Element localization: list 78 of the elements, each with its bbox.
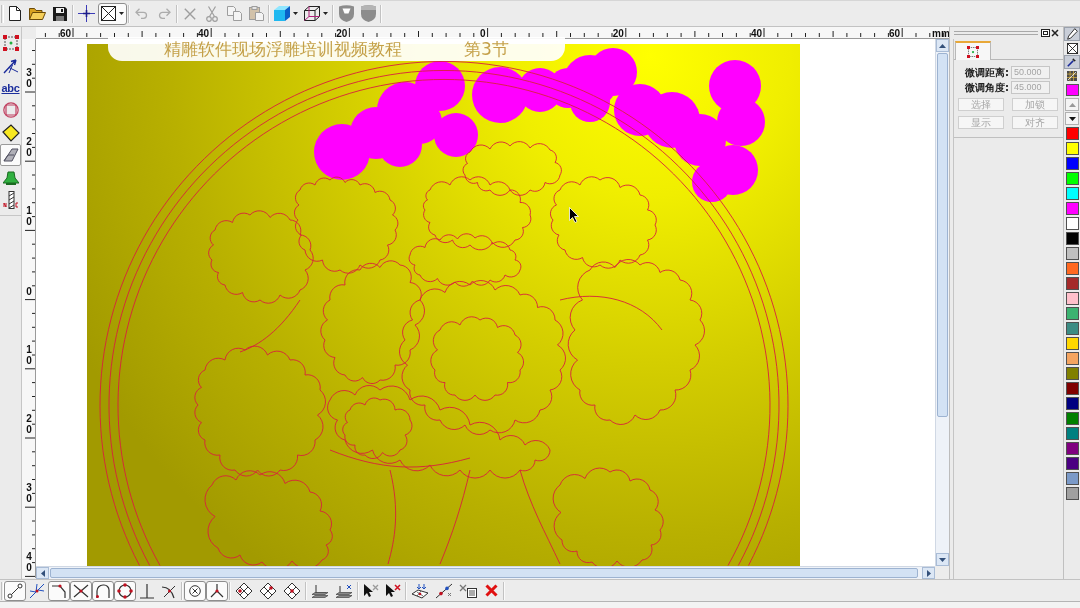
- color-swatch-icon[interactable]: [1065, 397, 1079, 410]
- select-box-button[interactable]: [98, 2, 127, 25]
- caret-down-icon[interactable]: [323, 12, 328, 15]
- ruler-label: 30: [26, 67, 32, 89]
- caret-right-icon[interactable]: [926, 569, 931, 577]
- cube-icon[interactable]: [274, 6, 290, 21]
- color-swatch-icon[interactable]: [1065, 157, 1079, 170]
- scroll-down-button[interactable]: [936, 553, 949, 566]
- drawing-canvas[interactable]: [36, 39, 935, 566]
- color-swatch-icon[interactable]: [1065, 142, 1079, 155]
- color-swatch-icon[interactable]: [1065, 187, 1079, 200]
- ruler-label: 40: [198, 27, 210, 39]
- color-swatch-icon[interactable]: [1065, 352, 1079, 365]
- text-tool-button[interactable]: abc: [0, 76, 21, 100]
- center-snap-button[interactable]: [184, 580, 206, 601]
- mouse-pointer-icon: [569, 207, 579, 223]
- scroll-right-button[interactable]: [922, 567, 935, 579]
- caret-down-icon[interactable]: [293, 12, 298, 15]
- color-swatch-icon[interactable]: [1065, 202, 1079, 215]
- color-swatch-icon[interactable]: [1065, 127, 1079, 140]
- color-swatch-icon[interactable]: [1065, 487, 1079, 500]
- scroll-left-button[interactable]: [36, 567, 49, 579]
- palette-down-button[interactable]: [1065, 112, 1079, 125]
- color-swatch-icon[interactable]: [1065, 427, 1079, 440]
- eraser-icon[interactable]: [2, 148, 19, 163]
- caret-down-icon[interactable]: [1068, 116, 1076, 121]
- color-swatch-icon[interactable]: [1065, 367, 1079, 380]
- ruler-label: 20: [612, 27, 624, 39]
- color-swatch-icon[interactable]: [1065, 307, 1079, 320]
- ruler-label: 10: [26, 205, 32, 228]
- eraser-tool[interactable]: [0, 143, 21, 167]
- color-swatch-icon[interactable]: [1065, 382, 1079, 395]
- color-swatch-icon[interactable]: [1065, 457, 1079, 470]
- ruler-label: 40: [26, 551, 32, 574]
- node-select-icon[interactable]: [967, 45, 979, 58]
- ruler-label: 20: [26, 413, 32, 435]
- color-swatch-icon[interactable]: [1065, 232, 1079, 245]
- ruler-label: 10: [26, 343, 32, 366]
- color-swatch-icon[interactable]: [1065, 472, 1079, 485]
- video-title: 精雕软件现场浮雕培训视频教程: [164, 37, 403, 61]
- color-swatch-icon[interactable]: [1065, 292, 1079, 305]
- crossed-box-icon[interactable]: [101, 6, 116, 21]
- restore-icon[interactable]: [1041, 29, 1050, 37]
- open-folder-icon[interactable]: [29, 7, 46, 20]
- scrollbar-thumb[interactable]: [50, 568, 918, 578]
- caret-down-icon[interactable]: [939, 557, 946, 562]
- color-swatch-icon[interactable]: [1065, 262, 1079, 275]
- ruler-label: 0: [26, 285, 32, 297]
- caret-down-icon[interactable]: [119, 12, 124, 15]
- color-swatch-icon[interactable]: [1065, 172, 1079, 185]
- ruler-label: 30: [26, 482, 32, 505]
- ruler-label: 60: [889, 27, 901, 39]
- ruler-unit: mm: [932, 27, 949, 39]
- caret-left-icon[interactable]: [40, 569, 45, 577]
- color-swatch-icon[interactable]: [1065, 322, 1079, 335]
- close-icon[interactable]: [1051, 29, 1059, 37]
- episode-label: 第3节: [464, 37, 509, 61]
- field-label: 微调角度:: [964, 81, 1009, 94]
- wireframe-cube-icon[interactable]: [304, 6, 320, 21]
- ruler-label: 20: [26, 136, 32, 159]
- center-point-icon[interactable]: [189, 584, 201, 597]
- color-swatch-icon[interactable]: [1065, 337, 1079, 350]
- ruler-label: 20: [336, 27, 348, 39]
- color-swatch-icon[interactable]: [1065, 412, 1079, 425]
- field-label: 微调距离:: [964, 66, 1009, 79]
- new-file-icon[interactable]: [9, 6, 21, 21]
- current-color-icon[interactable]: [1065, 84, 1079, 96]
- scroll-up-button[interactable]: [936, 39, 949, 52]
- ruler-label: 60: [59, 27, 71, 39]
- color-swatch-icon[interactable]: [1065, 247, 1079, 260]
- ruler-label: 0: [480, 27, 486, 39]
- caret-up-icon[interactable]: [939, 43, 946, 48]
- color-swatch-icon[interactable]: [1065, 277, 1079, 290]
- color-swatch-icon[interactable]: [1065, 217, 1079, 230]
- color-swatch-icon[interactable]: [1065, 442, 1079, 455]
- ruler-label: 40: [750, 27, 762, 39]
- panel-tab[interactable]: [955, 41, 991, 60]
- scrollbar-thumb[interactable]: [937, 53, 948, 417]
